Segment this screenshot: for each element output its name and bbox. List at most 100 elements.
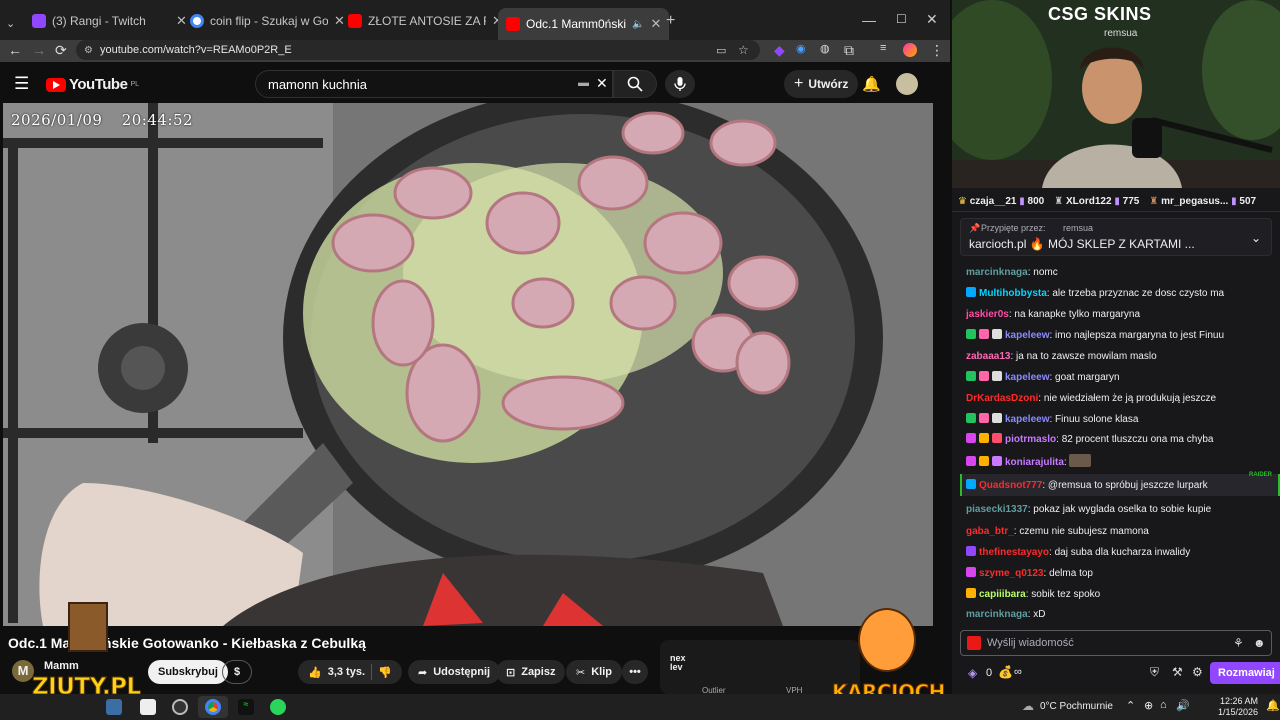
chat-badge-icon[interactable] [979,456,989,466]
settings-gear-icon[interactable]: ⚙ [1192,665,1203,679]
chat-username[interactable]: marcinknaga [966,609,1028,620]
taskbar-app-icon[interactable] [270,699,286,715]
taskbar-app-icon[interactable] [106,699,122,715]
chat-badge-icon[interactable] [966,588,976,598]
chat-badge-icon[interactable] [966,567,976,577]
chat-message[interactable]: piotrmaslo: 82 procent tluszczu ona ma c… [966,433,1272,446]
leaderboard-entry[interactable]: ♛ czaja__21 ▮ 800 [958,196,1044,207]
notifications-icon[interactable]: 🔔 [1266,699,1280,712]
search-input[interactable]: mamonn kuchnia ▬ ✕ [255,70,613,98]
chat-username[interactable]: marcinknaga [966,267,1028,278]
puzzle-icon[interactable]: ⧉ [844,42,854,59]
shield-icon[interactable]: ⛨ [1150,665,1159,680]
chat-message[interactable]: szyme_q0123: delma top [966,567,1272,580]
chat-message[interactable]: DrKardasDzoni: nie wiedziałem że ją prod… [966,392,1272,405]
chat-message[interactable]: marcinknaga: xD [966,608,1272,621]
chat-badge-icon[interactable] [979,433,989,443]
chat-username[interactable]: Quadsnot777 [979,480,1042,491]
chat-message[interactable]: Quadsnot777: @remsua to spróbuj jeszcze … [966,479,1272,492]
clock-time[interactable]: 12:26 AM [1208,696,1258,706]
tab-google[interactable]: coin flip - Szukaj w Google ✕ [182,8,353,34]
extension-icon[interactable]: ◍ [820,42,830,55]
hamburger-menu-icon[interactable]: ☰ [14,74,29,94]
chat-badge-icon[interactable] [979,413,989,423]
search-button[interactable] [613,70,657,98]
chat-message[interactable]: koniarajulita: [966,454,1272,469]
chat-username[interactable]: jaskier0s [966,309,1009,320]
chat-username[interactable]: kapeleew [1005,414,1049,425]
chat-username[interactable]: capiiibara [979,589,1026,600]
chat-username[interactable]: thefinestayayo [979,547,1049,558]
tray-icon[interactable]: ⊕ [1144,699,1153,712]
chat-message[interactable]: Multihobbysta: ale trzeba przyznac ze do… [966,287,1272,300]
chat-message[interactable]: kapeleew: Finuu solone klasa [966,413,1272,426]
chat-send-button[interactable]: Rozmawiaj [1210,662,1280,684]
taskbar-app-icon[interactable]: ≈ [238,699,254,715]
chat-message[interactable]: capiiibara: sobik tez spoko [966,588,1272,601]
kebab-menu-icon[interactable]: ⋮ [930,42,944,59]
url-field[interactable]: ⚙ youtube.com/watch?v=REAMo0P2R_E ▭ ☆ [76,40,760,60]
chat-message[interactable]: kapeleew: imo najlepsza margaryna to jes… [966,329,1272,342]
chat-message[interactable]: zabaaa13: ja na to zawsze mowilam maslo [966,350,1272,363]
chat-badge-icon[interactable] [992,433,1002,443]
create-button[interactable]: + Utwórz [784,70,859,98]
thumbs-down-icon[interactable]: 👎 [378,666,392,679]
more-actions-button[interactable]: ••• [622,660,648,684]
taskbar-chrome-active[interactable] [198,696,228,718]
chat-badge-icon[interactable] [966,456,976,466]
chat-message[interactable]: gaba_btr_: czemu nie subujesz mamona [966,525,1272,538]
channel-avatar[interactable]: M [12,660,34,682]
chevron-down-icon[interactable]: ⌄ [1251,231,1261,245]
chat-badge-icon[interactable] [966,479,976,489]
notifications-bell-icon[interactable]: 🔔 [862,75,881,93]
chat-username[interactable]: koniarajulita [1005,457,1064,468]
profile-avatar[interactable] [903,43,917,57]
chat-username[interactable]: piotrmaslo [1005,434,1056,445]
chat-message[interactable]: kapeleew: goat margaryn [966,371,1272,384]
taskbar-app-icon[interactable] [140,699,156,715]
chat-badge-icon[interactable] [966,371,976,381]
chat-badge-icon[interactable] [992,456,1002,466]
video-player[interactable]: 2026/01/09 20:44:52 [3,103,933,626]
maximize-icon[interactable]: ☐ [896,12,907,26]
clear-search-icon[interactable]: ✕ [596,75,608,92]
chat-badge-icon[interactable] [979,371,989,381]
cast-icon[interactable]: ▭ [716,44,726,57]
chat-badge-icon[interactable] [966,329,976,339]
clock-date[interactable]: 1/15/2026 [1206,707,1258,717]
chat-badge-icon[interactable] [979,329,989,339]
chat-badge-icon[interactable] [966,413,976,423]
subscribe-button[interactable]: Subskrybuj [148,660,228,684]
chat-username[interactable]: gaba_btr_ [966,526,1014,537]
chat-input[interactable]: Wyślij wiadomość ⚘ ☻ [960,630,1272,656]
chat-username[interactable]: DrKardasDzoni [966,393,1038,404]
account-avatar[interactable] [896,73,918,95]
emote-lock-icon[interactable]: ⚘ [1233,636,1244,650]
extension-audio-icon[interactable]: ◉ [796,42,806,55]
network-icon[interactable]: ⌂ [1160,699,1167,711]
volume-icon[interactable]: 🔊 [1176,699,1190,712]
voice-search-button[interactable] [665,70,695,98]
youtube-logo[interactable]: YouTube PL [46,76,139,93]
chat-badge-icon[interactable] [966,287,976,297]
minimize-icon[interactable]: — [862,12,876,28]
chat-username[interactable]: piasecki1337 [966,504,1028,515]
chat-message[interactable]: thefinestayayo: daj suba dla kucharza in… [966,546,1272,559]
chat-badge-icon[interactable] [992,329,1002,339]
thanks-button[interactable]: $ [222,660,252,684]
tray-chevron-icon[interactable]: ⌃ [1126,699,1135,712]
chat-badge-icon[interactable] [966,546,976,556]
speaker-icon[interactable]: 🔈 [632,19,644,30]
keyboard-icon[interactable]: ▬ [578,77,589,89]
leaderboard-entry[interactable]: ♜ XLord122 ▮ 775 [1054,196,1139,207]
media-control-icon[interactable]: ≡ [880,42,886,54]
site-info-icon[interactable]: ⚙ [84,45,93,56]
back-arrow-icon[interactable]: ← [8,42,22,58]
like-count[interactable]: 3,3 tys. [328,666,365,678]
tab-youtube-active[interactable]: Odc.1 Mamm0ńskie Gotow 🔈 ✕ [498,8,670,40]
taskbar-app-icon[interactable] [172,699,188,715]
chat-badge-icon[interactable] [992,413,1002,423]
chat-username[interactable]: szyme_q0123 [979,568,1044,579]
coins-icon[interactable]: 💰 [998,665,1013,679]
chat-message[interactable]: marcinknaga: nomc [966,266,1272,279]
